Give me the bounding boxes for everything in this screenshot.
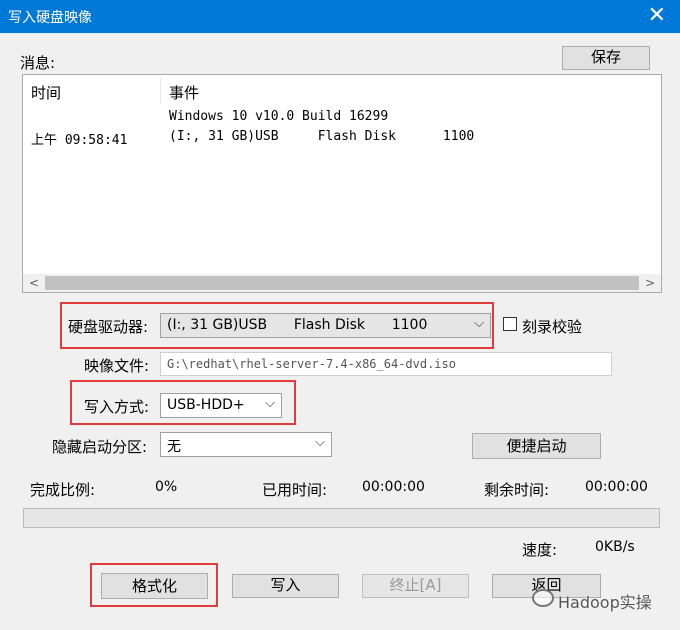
write-mode-select[interactable]: USB-HDD+ ⌵ <box>160 393 282 418</box>
speed-value: 0KB/s <box>595 539 635 555</box>
chevron-down-icon[interactable]: ⌵ <box>474 316 484 331</box>
messages-label: 消息: <box>20 54 56 72</box>
scrollbar-thumb[interactable] <box>45 276 639 290</box>
scroll-left-icon[interactable]: < <box>25 274 43 292</box>
format-button[interactable]: 格式化 <box>101 573 208 599</box>
watermark-text: Hadoop实操 <box>558 593 652 612</box>
disk-select-value: (I:, 31 GB)USB Flash Disk 1100 <box>167 317 428 333</box>
log-row-2-time: 上午 09:58:41 <box>31 133 128 148</box>
complete-label: 完成比例: <box>30 481 96 499</box>
disk-label: 硬盘驱动器: <box>68 318 149 336</box>
write-button[interactable]: 写入 <box>232 574 339 598</box>
column-separator[interactable] <box>160 78 161 104</box>
complete-value: 0% <box>155 479 178 495</box>
chevron-down-icon[interactable]: ⌵ <box>265 396 275 411</box>
column-header-event[interactable]: 事件 <box>169 82 199 103</box>
log-row-1-event: Windows 10 v10.0 Build 16299 <box>169 109 389 124</box>
image-file-value: G:\redhat\rhel-server-7.4-x86_64-dvd.iso <box>167 357 456 371</box>
write-mode-value: USB-HDD+ <box>167 397 245 413</box>
elapsed-value: 00:00:00 <box>362 479 425 495</box>
stop-button[interactable]: 终止[A] <box>362 574 469 598</box>
verify-label[interactable]: 刻录校验 <box>522 316 582 337</box>
remaining-label: 剩余时间: <box>484 481 550 499</box>
log-row-2-event: (I:, 31 GB)USB Flash Disk 1100 <box>169 129 475 144</box>
disk-select[interactable]: (I:, 31 GB)USB Flash Disk 1100 ⌵ <box>160 313 491 338</box>
wechat-icon <box>532 589 554 607</box>
hidden-partition-select[interactable]: 无 ⌵ <box>160 432 332 457</box>
title-bar[interactable]: 写入硬盘映像 ✕ <box>0 0 680 33</box>
verify-checkbox[interactable] <box>503 317 517 331</box>
quick-boot-button[interactable]: 便捷启动 <box>472 433 601 459</box>
horizontal-scrollbar[interactable]: < > <box>23 274 661 292</box>
scroll-right-icon[interactable]: > <box>641 274 659 292</box>
image-file-label: 映像文件: <box>84 357 150 375</box>
close-icon[interactable]: ✕ <box>648 3 666 29</box>
image-file-field[interactable]: G:\redhat\rhel-server-7.4-x86_64-dvd.iso <box>160 352 612 376</box>
write-mode-label: 写入方式: <box>84 398 150 416</box>
window-title: 写入硬盘映像 <box>8 10 92 26</box>
speed-label: 速度: <box>522 541 558 559</box>
progress-bar <box>23 508 660 528</box>
message-log[interactable]: 时间 事件 Windows 10 v10.0 Build 16299 上午 09… <box>22 74 662 293</box>
elapsed-label: 已用时间: <box>262 481 328 499</box>
chevron-down-icon[interactable]: ⌵ <box>315 435 325 450</box>
hidden-partition-value: 无 <box>167 439 181 455</box>
save-button[interactable]: 保存 <box>562 46 650 70</box>
remaining-value: 00:00:00 <box>585 479 648 495</box>
column-header-time[interactable]: 时间 <box>31 82 61 103</box>
hidden-partition-label: 隐藏启动分区: <box>52 438 148 456</box>
